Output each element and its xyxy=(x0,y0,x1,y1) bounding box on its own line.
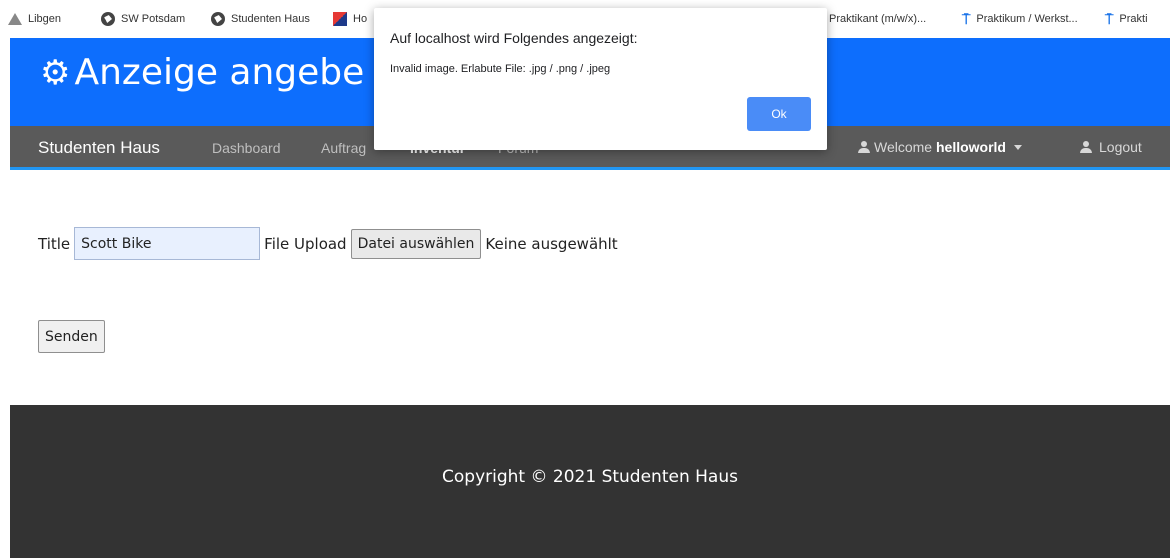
logout-link[interactable]: Logout xyxy=(1080,139,1142,155)
choose-file-button[interactable]: Datei auswählen xyxy=(350,228,482,259)
navbar-brand[interactable]: Studenten Haus xyxy=(38,138,160,158)
footer: Copyright © 2021 Studenten Haus xyxy=(10,405,1170,558)
nav-link-auftrag[interactable]: Auftrag xyxy=(321,140,366,156)
submit-button[interactable]: Senden xyxy=(38,320,105,353)
title-input[interactable] xyxy=(74,227,261,260)
pin-icon: ⍑ xyxy=(1105,10,1114,27)
bookmark-prakti[interactable]: ⍑ Prakti xyxy=(1105,0,1148,38)
alert-dialog: Auf localhost wird Folgendes angezeigt: … xyxy=(374,8,827,150)
bookmark-praktikum-werkst[interactable]: ⍑ Praktikum / Werkst... xyxy=(962,0,1078,38)
dialog-message: Invalid image. Erlabute File: .jpg / .pn… xyxy=(390,63,611,75)
bookmark-libgen[interactable]: Libgen xyxy=(8,0,61,38)
page-title: ⚙ Anzeige angebe xyxy=(40,52,365,93)
bookmark-praktikant[interactable]: Praktikant (m/w/x)... xyxy=(829,0,926,38)
nav-link-dashboard[interactable]: Dashboard xyxy=(212,140,281,156)
ok-button[interactable]: Ok xyxy=(747,97,811,131)
dialog-title: Auf localhost wird Folgendes angezeigt: xyxy=(390,30,638,46)
file-status-text: Keine ausgewählt xyxy=(485,234,618,253)
title-label: Title xyxy=(38,234,71,253)
pin-icon: ⍑ xyxy=(962,10,971,27)
gear-icon: ⚙ xyxy=(40,52,71,93)
warning-triangle-icon xyxy=(8,13,22,25)
caret-down-icon xyxy=(1013,144,1022,150)
user-icon xyxy=(858,141,870,153)
bookmark-studenten-haus[interactable]: Studenten Haus xyxy=(211,0,310,38)
file-upload-label: File Upload xyxy=(264,234,347,253)
flag-icon xyxy=(333,12,347,26)
user-menu[interactable]: Welcome helloworld xyxy=(858,139,1022,155)
bookmark-ho[interactable]: Ho xyxy=(333,0,367,38)
globe-icon xyxy=(211,12,225,26)
globe-icon xyxy=(101,12,115,26)
bookmark-sw-potsdam[interactable]: SW Potsdam xyxy=(101,0,185,38)
copyright-text: Copyright © 2021 Studenten Haus xyxy=(442,467,738,487)
upload-form-row: Title File Upload Datei auswählen Keine … xyxy=(38,227,618,260)
user-logout-icon xyxy=(1080,141,1092,153)
username: helloworld xyxy=(935,139,1006,155)
